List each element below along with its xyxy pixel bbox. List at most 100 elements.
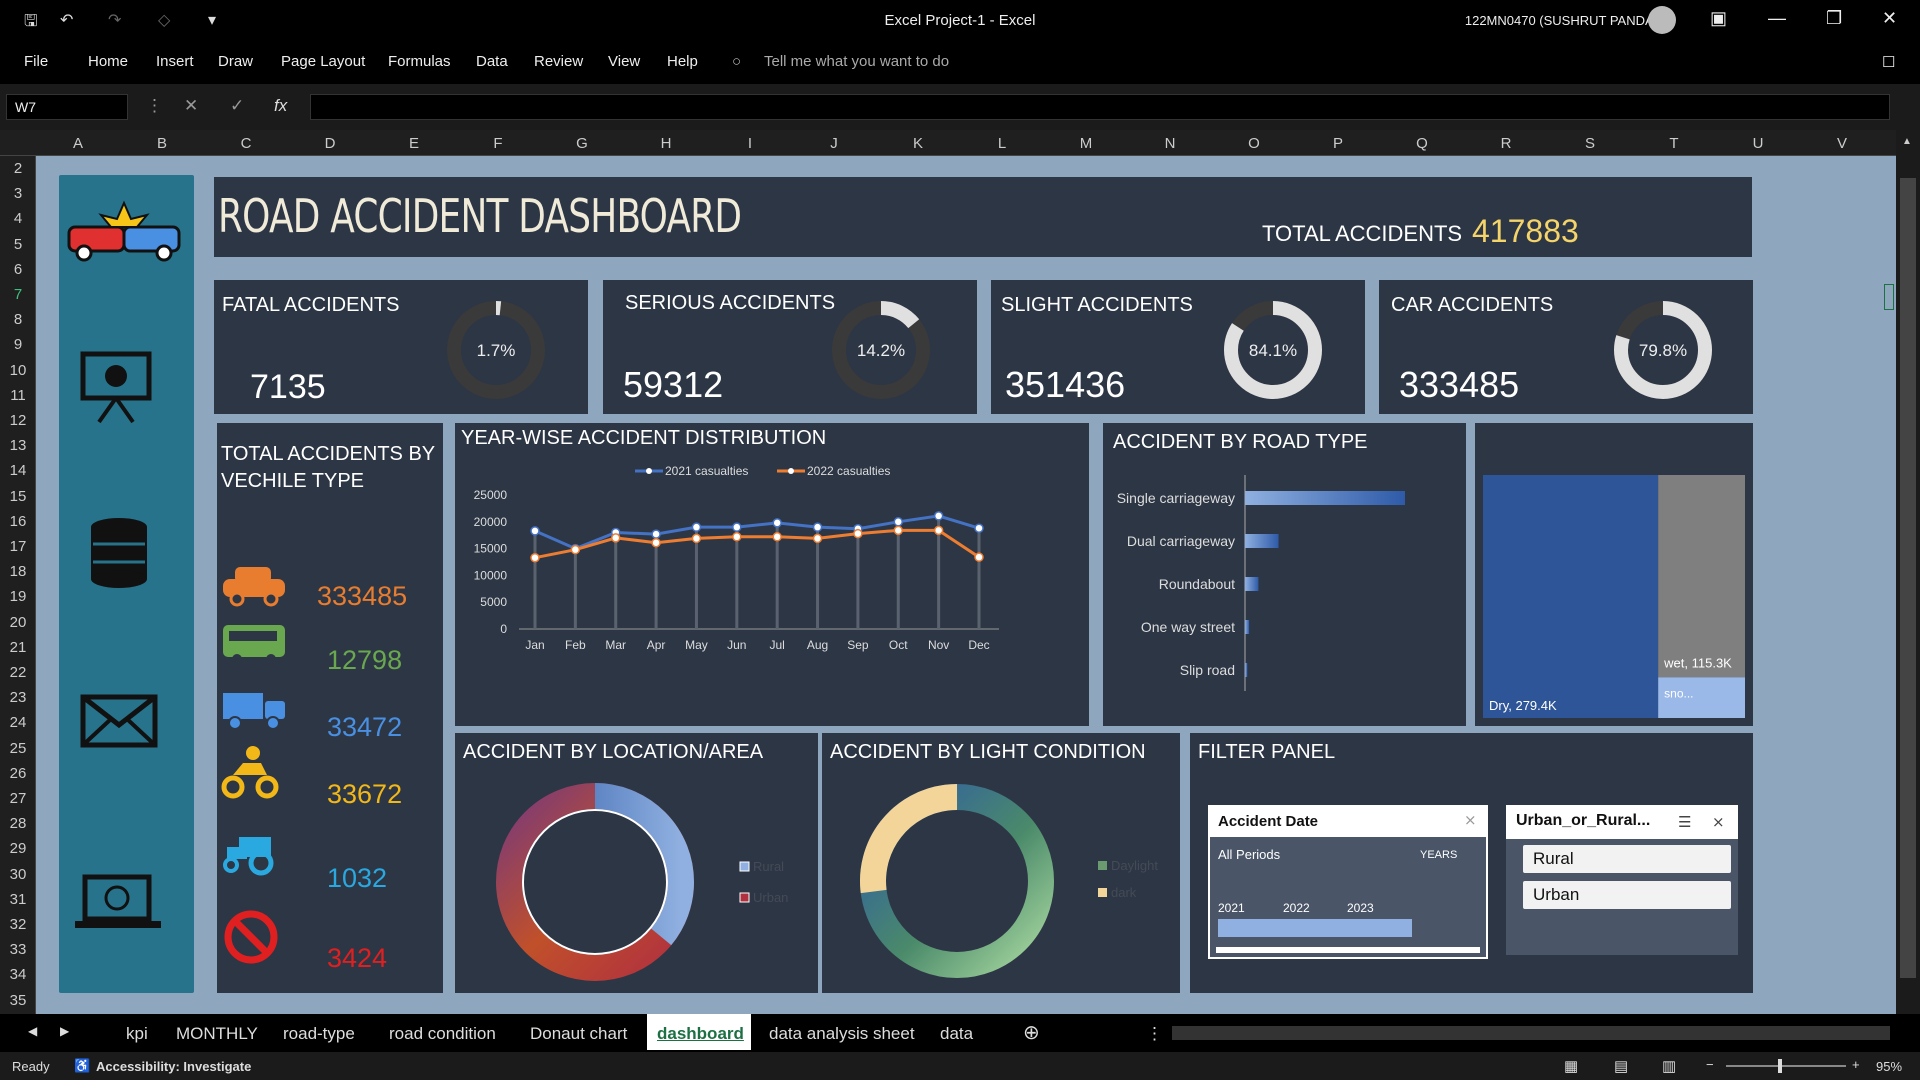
row-header[interactable]: 18 [0, 563, 36, 580]
row-header[interactable]: 7 [0, 286, 36, 303]
row-header[interactable]: 22 [0, 664, 36, 681]
row-header[interactable]: 5 [0, 236, 36, 253]
row-header[interactable]: 2 [0, 160, 36, 177]
row-header[interactable]: 19 [0, 588, 36, 605]
menu-help[interactable]: Help [667, 53, 698, 70]
row-header[interactable]: 30 [0, 866, 36, 883]
user-name[interactable]: 122MN0470 (SUSHRUT PANDA) [1465, 13, 1658, 28]
year-2023[interactable]: 2023 [1347, 901, 1374, 915]
column-header[interactable]: N [1128, 135, 1212, 152]
location-donut-chart[interactable]: Rural Urban [455, 733, 818, 993]
row-header[interactable]: 27 [0, 790, 36, 807]
column-header[interactable]: D [288, 135, 372, 152]
row-header[interactable]: 12 [0, 412, 36, 429]
light-donut-chart[interactable]: Daylight dark [822, 733, 1180, 993]
row-header[interactable]: 9 [0, 336, 36, 353]
column-header[interactable]: U [1716, 135, 1800, 152]
scroll-up-icon[interactable]: ▲ [1902, 136, 1912, 147]
slicer-item-rural[interactable]: Rural [1523, 845, 1731, 873]
tab-donaut-chart[interactable]: Donaut chart [530, 1024, 627, 1044]
tab-kpi[interactable]: kpi [126, 1024, 148, 1044]
row-header[interactable]: 20 [0, 614, 36, 631]
menu-file[interactable]: File [24, 53, 48, 70]
function-icon[interactable]: fx [274, 96, 287, 116]
column-header[interactable]: F [456, 135, 540, 152]
column-header[interactable]: M [1044, 135, 1128, 152]
column-header[interactable]: T [1632, 135, 1716, 152]
tab-monthly[interactable]: MONTHLY [176, 1024, 258, 1044]
row-header[interactable]: 21 [0, 639, 36, 656]
enter-icon[interactable]: ✓ [230, 96, 244, 116]
menu-view[interactable]: View [608, 53, 640, 70]
row-header[interactable]: 13 [0, 437, 36, 454]
multiselect-icon[interactable]: ☰ [1678, 813, 1691, 831]
tell-me-search[interactable]: Tell me what you want to do [764, 53, 949, 70]
page-layout-icon[interactable]: ▤ [1614, 1057, 1628, 1075]
menu-insert[interactable]: Insert [156, 53, 194, 70]
column-header[interactable]: E [372, 135, 456, 152]
menu-review[interactable]: Review [534, 53, 583, 70]
tab-road-condition[interactable]: road condition [389, 1024, 496, 1044]
row-header[interactable]: 24 [0, 714, 36, 731]
worksheet-grid[interactable]: ROAD ACCIDENT DASHBOARD TOTAL ACCIDENTS … [36, 156, 1896, 1014]
name-box[interactable]: W7 [6, 94, 128, 120]
prev-sheet-icon[interactable]: ◀ [28, 1024, 37, 1038]
zoom-in-icon[interactable]: + [1852, 1057, 1860, 1072]
row-header[interactable]: 34 [0, 966, 36, 983]
comments-icon[interactable]: ☐ [1882, 53, 1895, 71]
year-2022[interactable]: 2022 [1283, 901, 1310, 915]
column-header[interactable]: Q [1380, 135, 1464, 152]
column-header[interactable]: A [36, 135, 120, 152]
road-condition-treemap[interactable]: Dry, 279.4K wet, 115.3K sno... [1475, 423, 1753, 726]
column-header[interactable]: J [792, 135, 876, 152]
menu-data[interactable]: Data [476, 53, 508, 70]
row-header[interactable]: 23 [0, 689, 36, 706]
zoom-level[interactable]: 95% [1876, 1059, 1902, 1074]
column-header[interactable]: S [1548, 135, 1632, 152]
tab-data-analysis-sheet[interactable]: data analysis sheet [769, 1024, 915, 1044]
row-header[interactable]: 25 [0, 740, 36, 757]
active-cell[interactable] [1884, 284, 1894, 310]
timeline-bar[interactable] [1218, 919, 1412, 937]
clear-filter-icon[interactable]: ⨯ [1464, 811, 1477, 829]
timeline-slicer[interactable]: Accident Date ⨯ All Periods YEARS 2021 2… [1208, 805, 1488, 959]
row-header[interactable]: 14 [0, 462, 36, 479]
close-icon[interactable]: ✕ [1882, 8, 1897, 29]
clear-filter-icon[interactable]: ⨯ [1712, 813, 1725, 831]
add-sheet-icon[interactable]: ⊕ [1023, 1020, 1040, 1045]
row-header[interactable]: 3 [0, 185, 36, 202]
column-header[interactable]: G [540, 135, 624, 152]
menu-formulas[interactable]: Formulas [388, 53, 451, 70]
tab-data[interactable]: data [940, 1024, 973, 1044]
line-chart[interactable]: 25000 20000 15000 10000 5000 0 Jan Feb Mar Apr May… [455, 423, 1089, 726]
column-header[interactable]: C [204, 135, 288, 152]
horizontal-scrollbar[interactable] [1172, 1026, 1890, 1040]
row-header[interactable]: 26 [0, 765, 36, 782]
row-header[interactable]: 32 [0, 916, 36, 933]
row-header[interactable]: 15 [0, 488, 36, 505]
accessibility-status[interactable]: Accessibility: Investigate [96, 1059, 251, 1074]
column-header[interactable]: L [960, 135, 1044, 152]
row-header[interactable]: 11 [0, 387, 36, 404]
menu-page-layout[interactable]: Page Layout [281, 53, 365, 70]
column-header[interactable]: H [624, 135, 708, 152]
column-header[interactable]: O [1212, 135, 1296, 152]
vertical-scrollbar[interactable]: ▲ [1896, 130, 1920, 1014]
zoom-out-icon[interactable]: − [1706, 1057, 1714, 1072]
row-header[interactable]: 28 [0, 815, 36, 832]
column-header[interactable]: V [1800, 135, 1884, 152]
column-header[interactable]: K [876, 135, 960, 152]
road-type-bar-chart[interactable]: Single carriageway Dual carriageway Rounda… [1103, 423, 1466, 726]
row-header[interactable]: 31 [0, 891, 36, 908]
zoom-thumb[interactable] [1778, 1059, 1782, 1073]
tab-dashboard[interactable]: dashboard [657, 1024, 744, 1044]
timeline-scrollbar[interactable] [1216, 947, 1480, 953]
column-header[interactable]: I [708, 135, 792, 152]
row-header[interactable]: 17 [0, 538, 36, 555]
formula-input[interactable] [310, 94, 1890, 120]
row-header[interactable]: 4 [0, 210, 36, 227]
timeline-level[interactable]: YEARS [1420, 849, 1457, 861]
urban-rural-slicer[interactable]: Urban_or_Rural... ☰ ⨯ [1506, 805, 1738, 955]
row-header[interactable]: 16 [0, 513, 36, 530]
row-header[interactable]: 8 [0, 311, 36, 328]
